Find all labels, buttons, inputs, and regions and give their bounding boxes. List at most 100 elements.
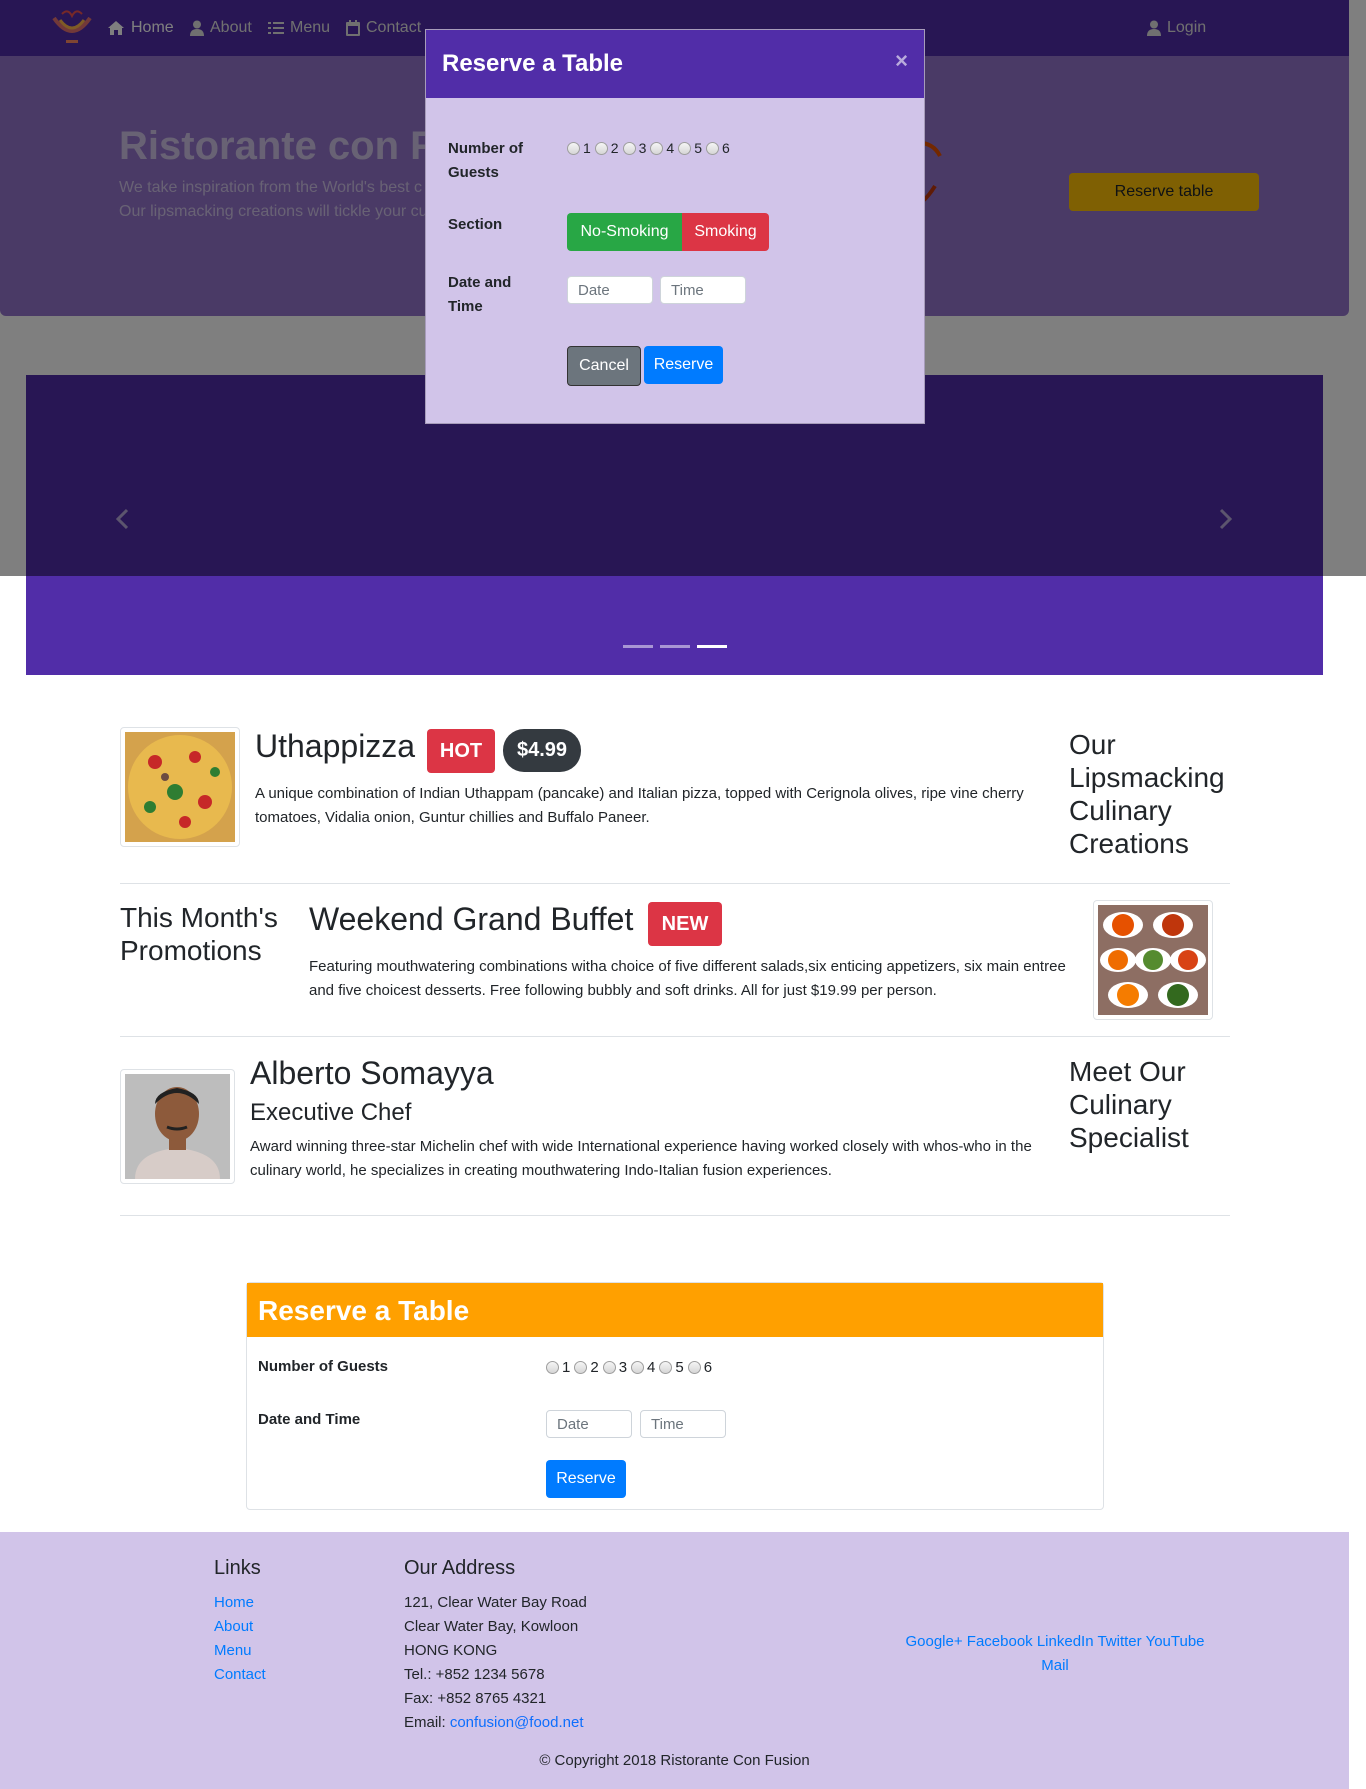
carousel-indicator-2[interactable]: [660, 645, 690, 648]
divider: [120, 1036, 1230, 1037]
guest-option-label: 6: [721, 140, 730, 156]
social-youtube[interactable]: YouTube: [1146, 1633, 1205, 1650]
modal-guests-label-line2: Guests: [448, 164, 499, 181]
modal-guests-label-line1: Number of: [448, 140, 523, 157]
guest-option-label: 5: [675, 1359, 684, 1376]
chef-portrait: [125, 1074, 230, 1179]
radio-button[interactable]: [705, 141, 719, 155]
radio-button[interactable]: [622, 141, 636, 155]
leader-name: Alberto Somayya: [250, 1055, 494, 1091]
guest-option[interactable]: 5: [659, 1359, 684, 1376]
guest-option[interactable]: 3: [602, 1359, 628, 1376]
guest-option[interactable]: 2: [594, 140, 619, 156]
dish-description: A unique combination of Indian Uthappam …: [255, 785, 1024, 826]
no-smoking-button[interactable]: No-Smoking: [567, 213, 682, 251]
guest-option-label: 4: [647, 1359, 656, 1376]
modal-guests-radio-group: 1 2 3 4 5 6: [567, 140, 734, 156]
reserve-card-header: Reserve a Table: [247, 1283, 1103, 1337]
footer-link-menu[interactable]: Menu: [214, 1642, 252, 1659]
promotion-side-heading: This Month's Promotions: [120, 902, 278, 966]
guest-option-label: 5: [694, 140, 702, 156]
leader-image: [120, 1069, 235, 1184]
modal-guests-label: Number of Guests: [448, 137, 523, 185]
radio-button[interactable]: [678, 141, 692, 155]
guest-option[interactable]: 2: [574, 1359, 599, 1376]
radio-button[interactable]: [567, 141, 580, 155]
address-email-line: Email: confusion@food.net: [404, 1711, 584, 1735]
guest-option[interactable]: 4: [650, 140, 674, 156]
social-twitter[interactable]: Twitter: [1097, 1633, 1141, 1650]
modal-datetime-label-line1: Date and: [448, 274, 512, 291]
carousel-indicator-3[interactable]: [697, 645, 727, 648]
email-link[interactable]: confusion@food.net: [450, 1714, 584, 1731]
radio-button[interactable]: [631, 1361, 645, 1374]
guest-option[interactable]: 1: [546, 1359, 570, 1376]
reserve-modal: Reserve a Table × Number of Guests 1 2 3…: [425, 29, 925, 424]
dish-name: Uthappizza: [255, 728, 416, 764]
footer-link-about[interactable]: About: [214, 1618, 253, 1635]
promotion-name: Weekend Grand Buffet: [309, 901, 634, 937]
guest-option[interactable]: 1: [567, 140, 591, 156]
guest-option-label: 3: [638, 140, 647, 156]
modal-header: Reserve a Table ×: [426, 30, 924, 98]
guest-option-label: 1: [562, 1359, 571, 1376]
radio-button[interactable]: [687, 1361, 701, 1374]
radio-button[interactable]: [574, 1361, 588, 1374]
time-input[interactable]: Time: [660, 276, 746, 304]
reserve-guests-radio-group: 1 2 3 4 5 6: [546, 1359, 716, 1376]
modal-datetime-label-line2: Time: [448, 298, 483, 315]
reserve-button[interactable]: Reserve: [546, 1460, 626, 1498]
social-facebook[interactable]: Facebook: [967, 1633, 1033, 1650]
guest-option-label: 4: [666, 140, 675, 156]
dish-side-heading: Our Lipsmacking Culinary Creations: [1069, 729, 1225, 859]
leader-side-heading: Meet Our Culinary Specialist: [1069, 1056, 1189, 1153]
guest-option-label: 2: [590, 1359, 599, 1376]
footer-links-heading: Links: [214, 1557, 261, 1579]
guest-option[interactable]: 6: [687, 1359, 713, 1376]
guest-option-label: 6: [703, 1359, 713, 1376]
guest-option[interactable]: 6: [705, 140, 730, 156]
reserve-datetime-label: Date and Time: [258, 1411, 361, 1428]
guest-option[interactable]: 4: [631, 1359, 655, 1376]
address-line: Fax: +852 8765 4321: [404, 1690, 547, 1707]
email-prefix: Email:: [404, 1714, 450, 1731]
radio-button[interactable]: [546, 1361, 559, 1374]
promotion-description: Featuring mouthwatering combinations wit…: [309, 958, 1066, 999]
address-line: HONG KONG: [404, 1642, 498, 1659]
radio-button[interactable]: [602, 1361, 616, 1374]
close-icon[interactable]: ×: [895, 48, 908, 74]
guest-option-label: 3: [618, 1359, 628, 1376]
pizza-image: [125, 732, 235, 842]
smoking-button[interactable]: Smoking: [682, 213, 769, 251]
modal-title: Reserve a Table: [442, 50, 623, 77]
modal-datetime-label: Date and Time: [448, 271, 511, 319]
social-mail[interactable]: Mail: [1041, 1657, 1069, 1674]
leader-description: Award winning three-star Michelin chef w…: [250, 1138, 1032, 1179]
date-input[interactable]: Date: [567, 276, 653, 304]
dish-image: [120, 727, 240, 847]
footer-link-home[interactable]: Home: [214, 1594, 254, 1611]
social-google-plus[interactable]: Google+: [905, 1633, 962, 1650]
radio-button[interactable]: [594, 141, 608, 155]
leader-designation: Executive Chef: [250, 1099, 412, 1126]
divider: [120, 1215, 1230, 1216]
address-line: Tel.: +852 1234 5678: [404, 1666, 545, 1683]
modal-reserve-button[interactable]: Reserve: [644, 346, 723, 384]
guest-option-label: 1: [583, 140, 591, 156]
dish-hot-badge: HOT: [427, 729, 495, 773]
guest-option[interactable]: 5: [678, 140, 702, 156]
guest-option[interactable]: 3: [622, 140, 647, 156]
reserve-date-input[interactable]: Date: [546, 1410, 632, 1438]
reserve-time-input[interactable]: Time: [640, 1410, 726, 1438]
radio-button[interactable]: [659, 1361, 673, 1374]
radio-button[interactable]: [650, 141, 664, 155]
social-links: Google+ Facebook LinkedIn Twitter YouTub…: [880, 1630, 1230, 1678]
social-linkedin[interactable]: LinkedIn: [1037, 1633, 1094, 1650]
footer-link-contact[interactable]: Contact: [214, 1666, 266, 1683]
carousel-indicator-1[interactable]: [623, 645, 653, 648]
guest-option-label: 2: [610, 140, 619, 156]
cancel-button[interactable]: Cancel: [567, 346, 641, 386]
promotion-image: [1093, 900, 1213, 1020]
copyright: © Copyright 2018 Ristorante Con Fusion: [539, 1752, 810, 1769]
footer-address-heading: Our Address: [404, 1557, 516, 1579]
